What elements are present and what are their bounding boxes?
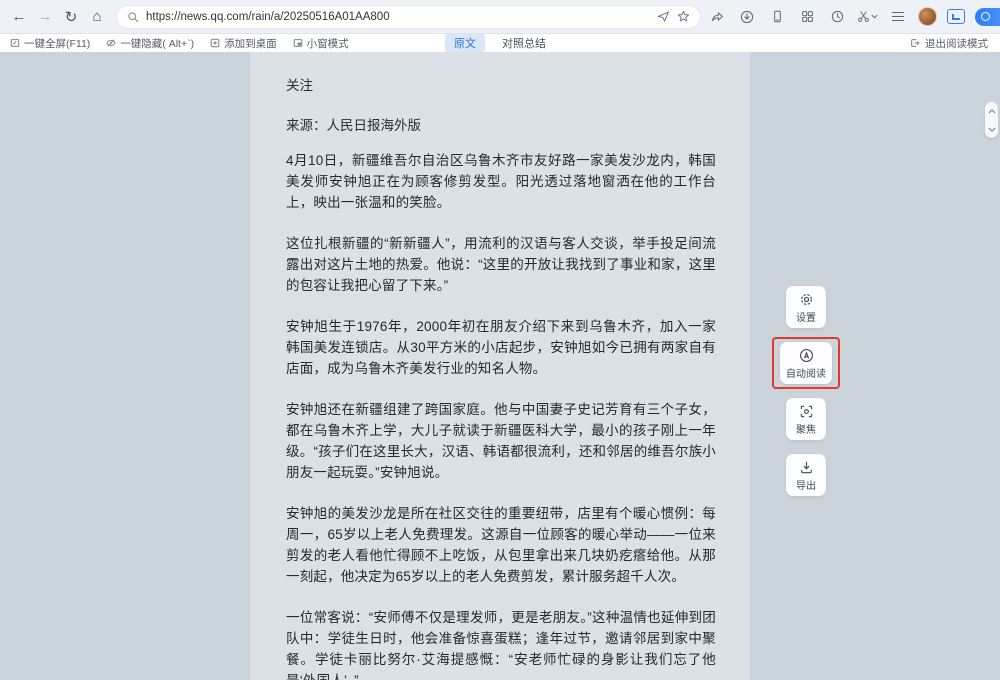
add-to-desktop-button[interactable]: 添加到桌面 (210, 36, 277, 51)
scroll-up-button[interactable] (986, 106, 997, 116)
forward-button[interactable]: → (32, 4, 58, 30)
fullscreen-label: 一键全屏(F11) (24, 36, 90, 51)
tab-original[interactable]: 原文 (445, 34, 485, 52)
article-paragraph: 安钟旭还在新疆组建了跨国家庭。他与中国妻子史记芳育有三个子女，都在乌鲁木齐上学，… (286, 399, 716, 483)
history-icon[interactable] (827, 5, 847, 29)
article-paragraph: 一位常客说：“安师傅不仅是理发师，更是老朋友。”这种温情也延伸到团队中：学徒生日… (286, 607, 716, 680)
fullscreen-icon (10, 38, 20, 48)
browser-toggle-switch[interactable] (975, 8, 1000, 26)
article-paragraph: 安钟旭生于1976年，2000年初在朋友介绍下来到乌鲁木齐，加入一家韩国美发连锁… (286, 316, 716, 379)
article-paragraph: 4月10日，新疆维吾尔自治区乌鲁木齐市友好路一家美发沙龙内，韩国美发师安钟旭正在… (286, 150, 716, 213)
scroll-control (985, 102, 998, 138)
share-icon[interactable] (707, 5, 727, 29)
auto-read-button[interactable]: 自动阅读 (780, 342, 832, 384)
chevron-down-icon (871, 14, 878, 19)
auto-read-label: 自动阅读 (786, 365, 826, 380)
add-desktop-label: 添加到桌面 (224, 36, 277, 51)
small-window-button[interactable]: 小窗模式 (293, 36, 349, 51)
small-window-icon (293, 38, 303, 48)
exit-reading-icon (910, 38, 920, 48)
reading-toolbar: 一键全屏(F11) 一键隐藏( Alt+`) 添加到桌面 小窗模式 原文 对照总… (0, 34, 1000, 52)
settings-button[interactable]: 设置 (786, 286, 826, 328)
toggle-status-icon (981, 12, 990, 21)
auto-read-wrapper: 自动阅读 (780, 342, 832, 384)
exit-reading-button[interactable]: 退出阅读模式 (910, 36, 988, 51)
phone-icon[interactable] (767, 5, 787, 29)
export-icon (799, 460, 814, 475)
export-button[interactable]: 导出 (786, 454, 826, 496)
focus-icon (799, 404, 814, 419)
home-button[interactable]: ⌂ (84, 4, 110, 30)
menu-icon[interactable] (888, 5, 908, 29)
send-to-device-icon[interactable] (657, 10, 670, 23)
add-desktop-icon (210, 38, 220, 48)
hide-label: 一键隐藏( Alt+`) (120, 36, 194, 51)
reading-view-tabs: 原文 对照总结 (445, 34, 555, 52)
article-source: 来源：人民日报海外版 (286, 114, 716, 134)
scroll-down-button[interactable] (986, 124, 997, 134)
search-icon (127, 11, 139, 23)
reading-side-tools: 设置 自动阅读 聚焦 导出 (770, 286, 842, 510)
apps-grid-icon[interactable] (797, 5, 817, 29)
export-label: 导出 (796, 477, 816, 492)
fullscreen-button[interactable]: 一键全屏(F11) (10, 36, 90, 51)
article-paragraph: 这位扎根新疆的“新新疆人”，用流利的汉语与客人交谈，举手投足间流露出对这片土地的… (286, 233, 716, 296)
browser-chrome: ← → ↻ ⌂ https://news.qq.com/rain/a/20250… (0, 0, 1000, 34)
small-window-label: 小窗模式 (307, 36, 349, 51)
refresh-button[interactable]: ↻ (58, 4, 84, 30)
browser-action-icons (707, 5, 1000, 29)
follow-link[interactable]: 关注 (286, 74, 716, 94)
reading-mode-badge-icon[interactable] (947, 9, 965, 24)
article-content: 关注 来源：人民日报海外版 4月10日，新疆维吾尔自治区乌鲁木齐市友好路一家美发… (250, 52, 750, 680)
article-paragraph: 安钟旭的美发沙龙是所在社区交往的重要纽带，店里有个暖心惯例：每周一，65岁以上老… (286, 503, 716, 587)
exit-reading-label: 退出阅读模式 (925, 36, 988, 51)
hide-button[interactable]: 一键隐藏( Alt+`) (106, 36, 194, 51)
reading-area: 关注 来源：人民日报海外版 4月10日，新疆维吾尔自治区乌鲁木齐市友好路一家美发… (0, 52, 1000, 680)
back-button[interactable]: ← (6, 4, 32, 30)
hide-eye-icon (106, 38, 116, 48)
focus-label: 聚焦 (796, 421, 816, 436)
address-bar[interactable]: https://news.qq.com/rain/a/20250516A01AA… (116, 5, 701, 29)
settings-label: 设置 (796, 309, 816, 324)
auto-read-icon (799, 348, 814, 363)
settings-gear-icon (799, 292, 814, 307)
screenshot-scissors-icon[interactable] (857, 5, 878, 29)
focus-button[interactable]: 聚焦 (786, 398, 826, 440)
tab-compare-summary[interactable]: 对照总结 (493, 34, 555, 52)
user-avatar[interactable] (918, 7, 937, 26)
download-icon[interactable] (737, 5, 757, 29)
url-text[interactable]: https://news.qq.com/rain/a/20250516A01AA… (146, 11, 650, 23)
bookmark-star-icon[interactable] (677, 10, 690, 23)
